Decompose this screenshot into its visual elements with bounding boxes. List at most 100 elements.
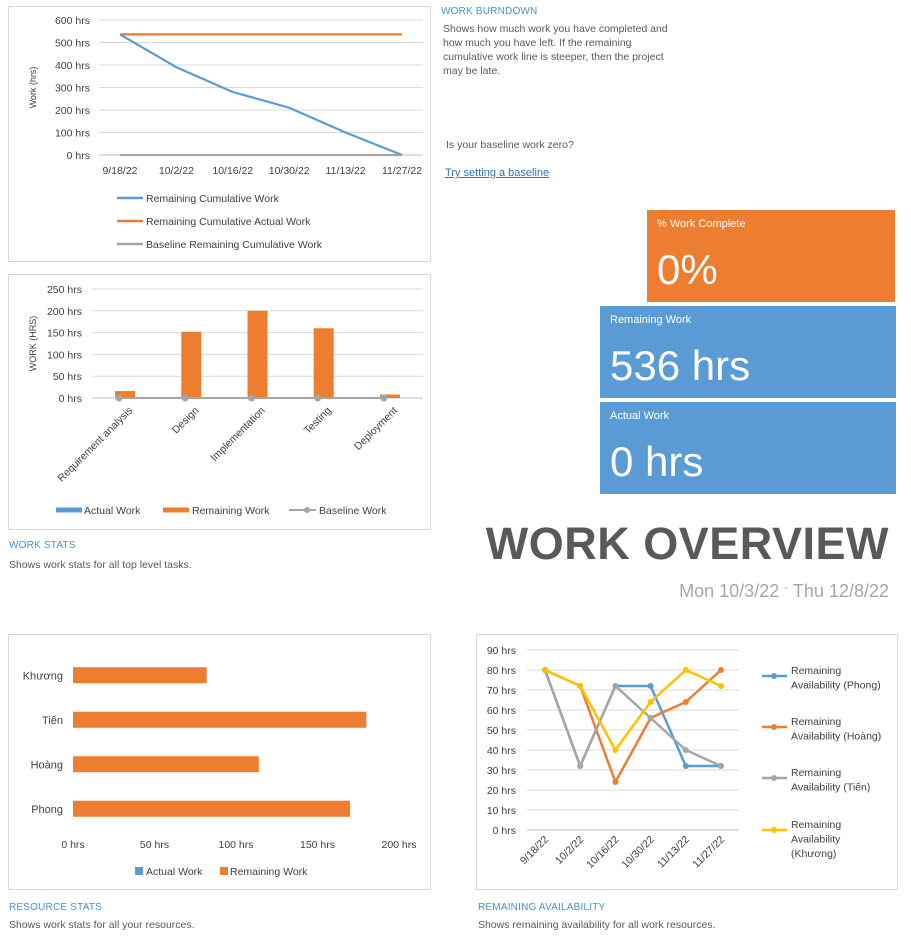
work-stats-chart-panel: 0 hrs 50 hrs 100 hrs 150 hrs 200 hrs 250 hrs W…: [8, 274, 431, 530]
y-tick-label: 300 hrs: [55, 83, 90, 95]
y-category-label: Khương: [23, 670, 63, 682]
series-point: [612, 779, 619, 785]
baseline-point: [380, 394, 388, 402]
x-tick-label: Requirement analysis: [55, 405, 135, 485]
y-tick-label: 500 hrs: [55, 38, 90, 50]
set-baseline-link[interactable]: Try setting a baseline: [445, 167, 549, 179]
y-tick-label: 600 hrs: [55, 15, 90, 27]
availability-chart-panel: 0 hrs 10 hrs 20 hrs 30 hrs 40 hrs 50 hrs 60 hr…: [476, 634, 898, 890]
y-tick-label: 30 hrs: [487, 765, 516, 777]
availability-title: REMAINING AVAILABILITY: [478, 902, 606, 913]
legend-marker: [771, 673, 777, 679]
y-tick-label: 50 hrs: [53, 371, 82, 383]
x-tick-label: 10/2/22: [159, 165, 194, 177]
date-end: Thu 12/8/22: [792, 581, 889, 601]
x-tick-label: 200 hrs: [381, 839, 416, 851]
series-point: [718, 667, 724, 673]
burndown-description: Shows how much work you have completed a…: [443, 23, 668, 77]
remaining-work-label: Remaining Work: [610, 314, 692, 326]
x-tick-label: 11/27/22: [382, 165, 422, 177]
pct-work-complete-tile: % Work Complete 0%: [647, 210, 895, 302]
y-tick-label: 0 hrs: [67, 150, 90, 162]
bar-remaining-work: [73, 667, 207, 684]
y-tick-label: 0 hrs: [493, 825, 516, 837]
series-point: [718, 763, 724, 769]
legend-label: Actual Work: [146, 866, 203, 878]
y-tick-label: 400 hrs: [55, 60, 90, 72]
actual-work-label: Actual Work: [610, 410, 670, 422]
x-tick-label: 10/16/22: [584, 834, 621, 871]
date-separator: -: [784, 580, 789, 594]
y-tick-label: 200 hrs: [55, 105, 90, 117]
baseline-question: Is your baseline work zero?: [446, 139, 574, 151]
x-tick-label: 11/13/22: [655, 834, 692, 871]
baseline-point: [248, 394, 255, 402]
y-tick-label: 60 hrs: [487, 705, 516, 717]
x-tick-label: Testing: [302, 405, 334, 437]
series-point: [682, 699, 689, 705]
bar-remaining-work: [73, 711, 367, 728]
legend-marker: [771, 827, 777, 833]
availability-chart: 0 hrs 10 hrs 20 hrs 30 hrs 40 hrs 50 hrs 60 hr…: [487, 645, 881, 871]
y-tick-label: 40 hrs: [487, 745, 516, 757]
y-axis-label: Work (hrs): [28, 67, 38, 109]
actual-work-tile: Actual Work 0 hrs: [600, 402, 896, 494]
legend-label: Remaining Cumulative Actual Work: [146, 216, 311, 228]
legend-label: Remaining Availability (Phong): [791, 665, 881, 692]
resource-stats-chart-panel: 0 hrs 50 hrs 100 hrs 150 hrs 200 hrs Khương Ti…: [8, 634, 431, 890]
work-overview-title: WORK OVERVIEW: [485, 518, 889, 569]
pct-work-complete-label: % Work Complete: [657, 218, 746, 230]
burndown-chart: 0 hrs 100 hrs 200 hrs 300 hrs 400 hrs 500 hrs…: [28, 15, 423, 251]
x-tick-label: 11/13/22: [326, 165, 366, 177]
x-tick-label: Design: [170, 405, 202, 437]
pct-work-complete-value: 0%: [657, 246, 718, 293]
y-tick-label: 250 hrs: [47, 284, 82, 296]
series-line: [119, 33, 403, 157]
legend-swatch: [220, 867, 228, 875]
y-tick-label: 80 hrs: [487, 665, 516, 677]
series-point: [612, 683, 619, 689]
series-point: [682, 763, 689, 769]
series-point: [647, 683, 654, 689]
work-stats-title: WORK STATS: [9, 540, 76, 551]
resource-stats-chart: 0 hrs 50 hrs 100 hrs 150 hrs 200 hrs Khương Ti…: [23, 667, 417, 878]
y-tick-label: 200 hrs: [47, 306, 82, 318]
x-tick-label: 10/30/22: [269, 165, 310, 177]
legend-label: Baseline Remaining Cumulative Work: [146, 239, 323, 251]
x-tick-label: 150 hrs: [300, 839, 335, 851]
legend-marker: [771, 724, 777, 730]
x-tick-label: Deployment: [352, 405, 400, 453]
availability-description: Shows remaining availability for all wor…: [478, 919, 716, 931]
baseline-point: [314, 394, 322, 402]
baseline-point: [181, 394, 189, 402]
x-tick-label: 11/27/22: [690, 834, 727, 871]
y-tick-label: 90 hrs: [487, 645, 516, 657]
x-tick-label: 50 hrs: [140, 839, 169, 851]
legend-label: Remaining Availability (Khương): [791, 819, 841, 860]
legend-label: Actual Work: [84, 505, 141, 517]
legend-label: Remaining Availability (Tiến): [791, 767, 870, 794]
series-point: [682, 747, 689, 753]
work-stats-description: Shows work stats for all top level tasks…: [9, 559, 192, 571]
legend-label: Remaining Cumulative Work: [146, 193, 280, 205]
y-tick-label: 0 hrs: [59, 393, 82, 405]
y-tick-label: 20 hrs: [487, 785, 516, 797]
date-start: Mon 10/3/22: [679, 581, 780, 601]
series-point: [577, 763, 584, 769]
legend-label: Remaining Work: [230, 866, 308, 878]
bar-remaining-work: [73, 756, 259, 773]
x-tick-label: Implementation: [208, 405, 267, 464]
y-category-label: Phong: [31, 804, 63, 816]
x-tick-label: 9/18/22: [518, 834, 551, 867]
y-tick-label: 70 hrs: [487, 685, 516, 697]
x-tick-label: 10/16/22: [212, 165, 253, 177]
bar-remaining-work: [313, 328, 334, 398]
y-category-label: Tiến: [42, 715, 63, 727]
resource-stats-title: RESOURCE STATS: [9, 902, 102, 913]
remaining-work-tile: Remaining Work 536 hrs: [600, 306, 896, 398]
series-point: [612, 747, 619, 753]
resource-stats-description: Shows work stats for all your resources.: [9, 919, 195, 931]
x-tick-label: 100 hrs: [218, 839, 253, 851]
legend-marker: [304, 507, 310, 513]
work-stats-chart: 0 hrs 50 hrs 100 hrs 150 hrs 200 hrs 250 hrs W…: [28, 284, 423, 517]
